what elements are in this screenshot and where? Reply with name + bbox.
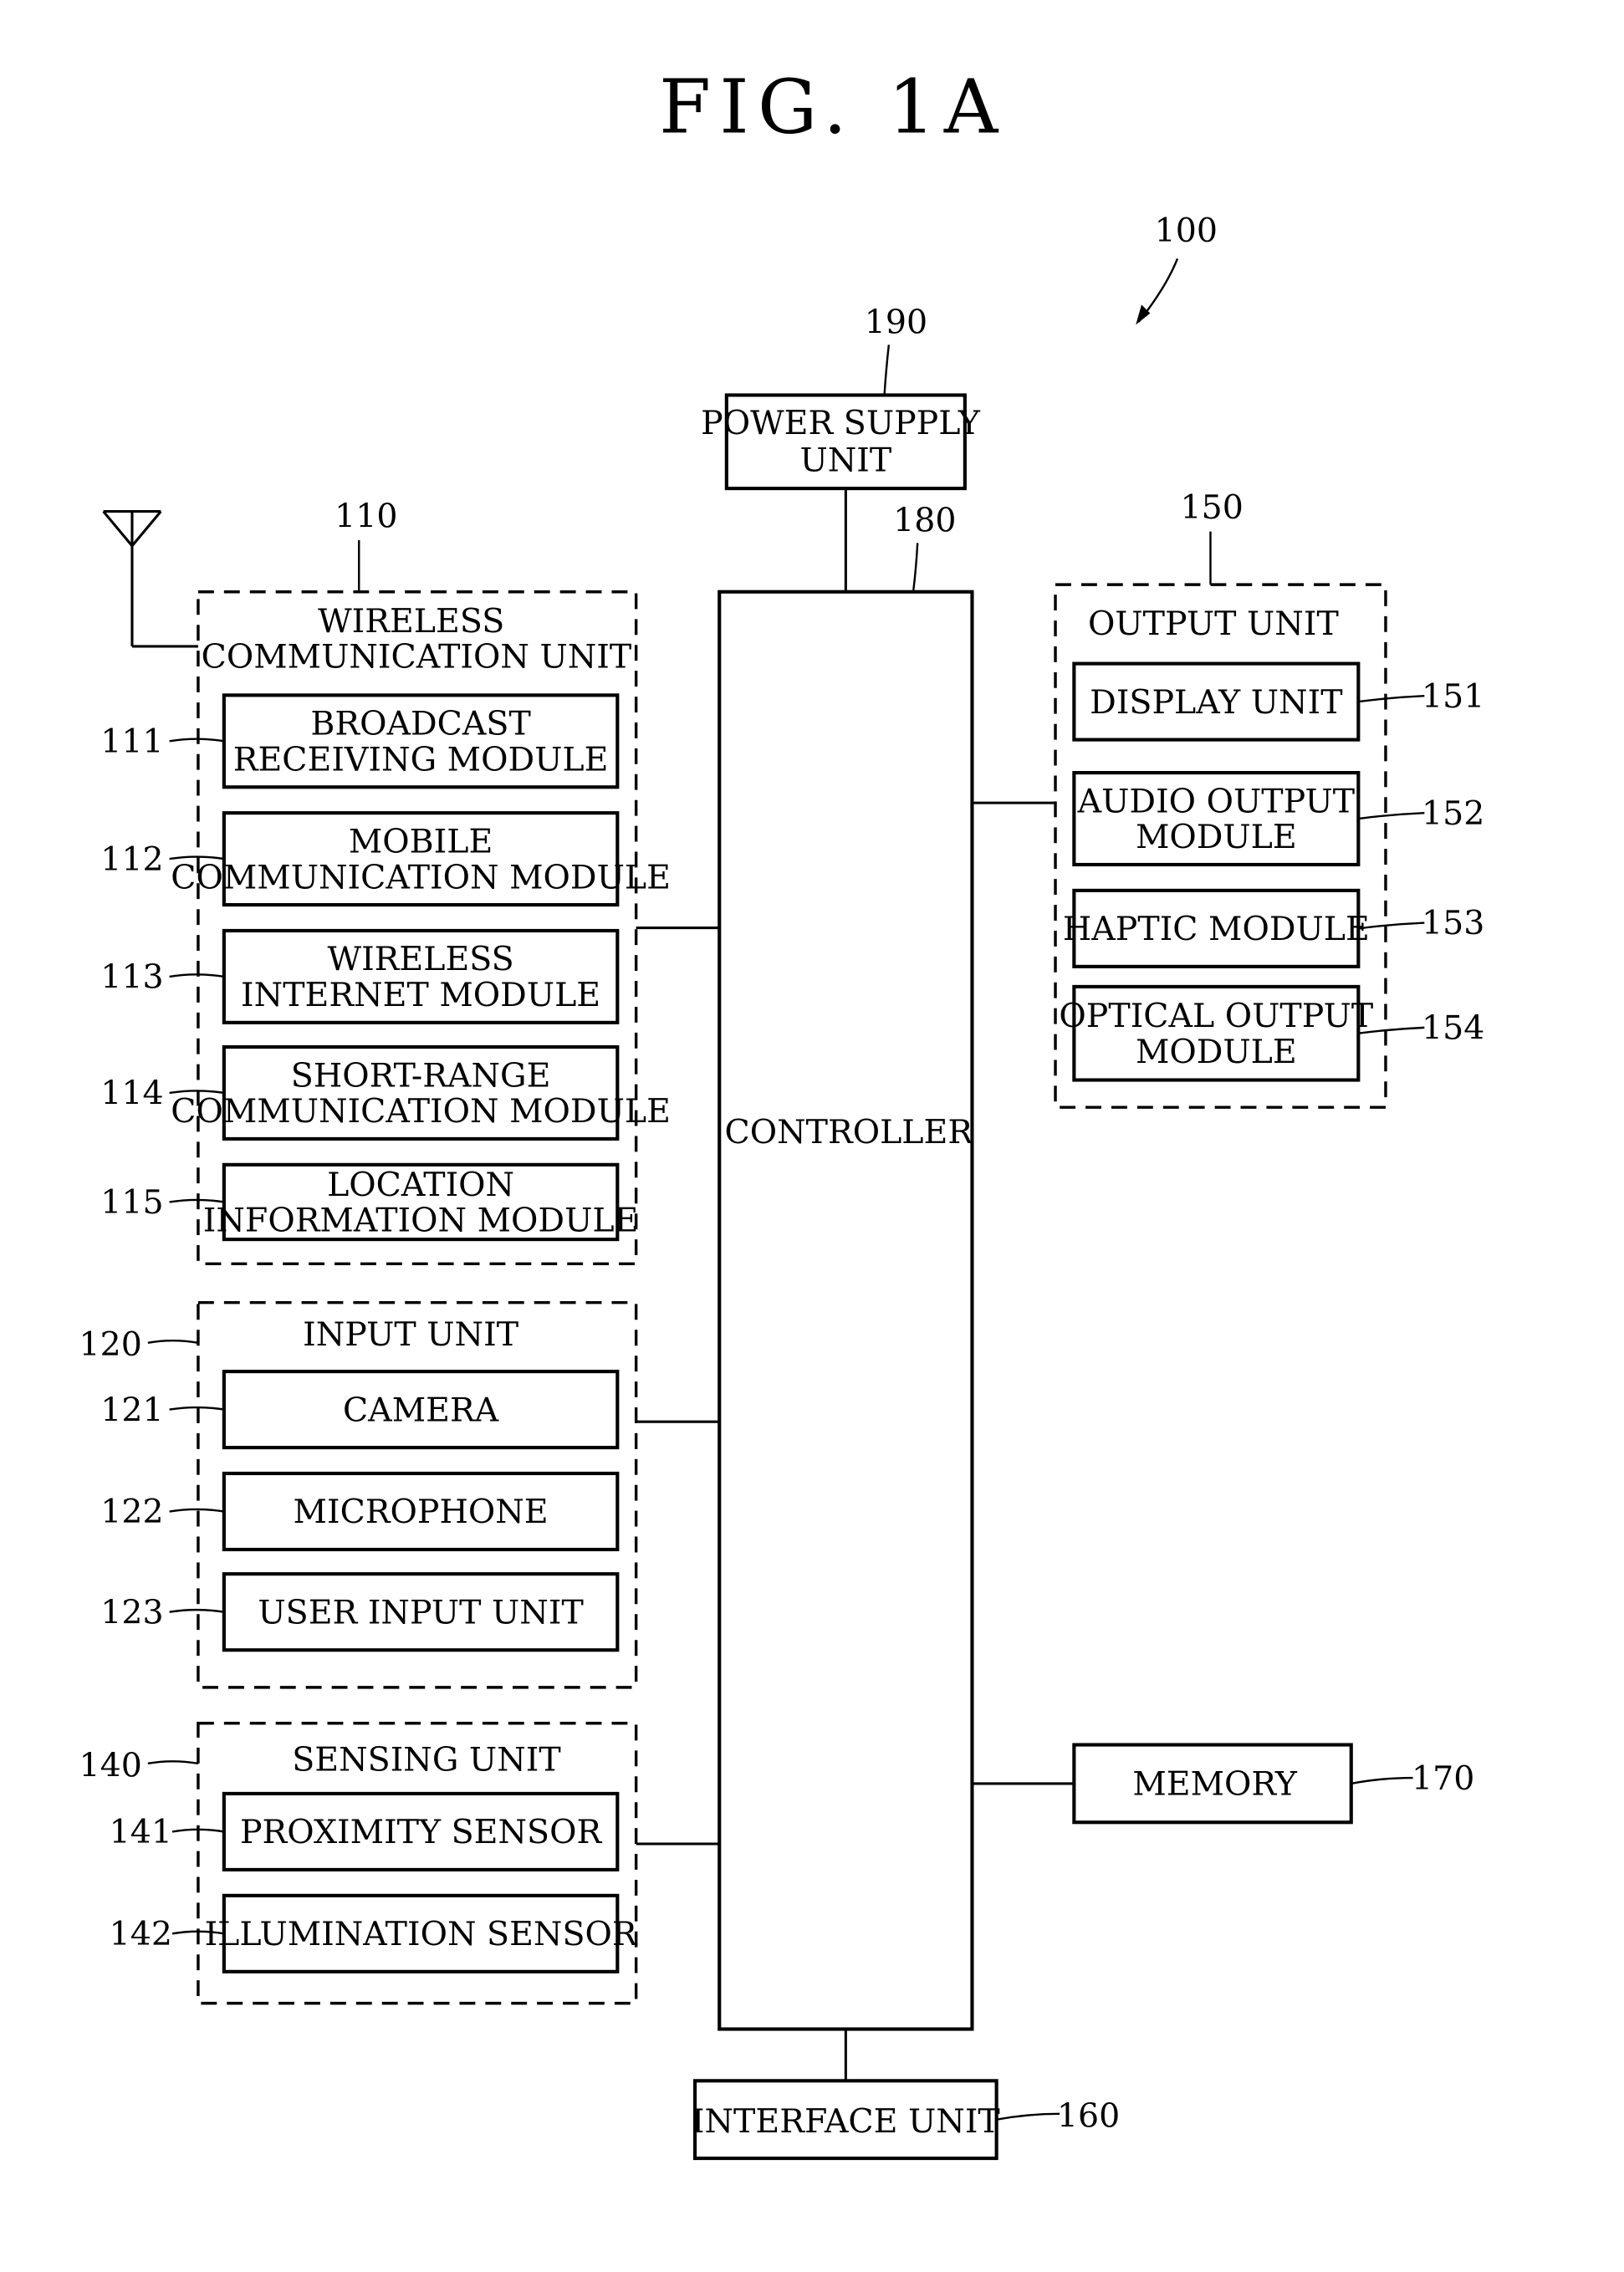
interface-unit-label: INTERFACE UNIT bbox=[692, 2102, 1000, 2141]
sensing-unit: 140 SENSING UNIT PROXIMITY SENSOR 141 ILLU… bbox=[79, 1722, 638, 2005]
input-unit: 120 INPUT UNIT CAMERA 121 MICROPHONE 122 USE… bbox=[79, 1300, 638, 1689]
ref-label-142: 142 bbox=[110, 1915, 172, 1953]
module-label: MICROPHONE bbox=[294, 1493, 549, 1531]
ref-leader-160 bbox=[996, 2112, 1060, 2121]
ref-label-122: 122 bbox=[100, 1493, 163, 1531]
module-label: USER INPUT UNIT bbox=[258, 1593, 583, 1631]
module-152: AUDIO OUTPUT MODULE152 bbox=[1072, 771, 1484, 867]
module-141: PROXIMITY SENSOR 141 bbox=[110, 1791, 620, 1871]
ref-label-113: 113 bbox=[100, 958, 163, 997]
module-153: HAPTIC MODULE 153 bbox=[1063, 888, 1484, 968]
ref-label-154: 154 bbox=[1422, 1009, 1484, 1048]
ref-label-151: 151 bbox=[1422, 677, 1484, 716]
memory-label: MEMORY bbox=[1132, 1765, 1298, 1804]
device-reference: 100 bbox=[1136, 212, 1218, 325]
wireless-communication-unit: 110 WIRELESS COMMUNICATION UNIT BROADCAS… bbox=[100, 497, 671, 1266]
controller-label: CONTROLLER bbox=[725, 1113, 974, 1151]
ref-leader-140 bbox=[147, 1760, 199, 1765]
ref-label-140: 140 bbox=[79, 1746, 142, 1784]
ref-label-114: 114 bbox=[100, 1075, 163, 1113]
ref-leader-123 bbox=[169, 1608, 225, 1613]
module-label: ILLUMINATION SENSOR bbox=[205, 1915, 638, 1953]
module-154: OPTICAL OUTPUT MODULE154 bbox=[1059, 984, 1484, 1082]
ref-label-141: 141 bbox=[110, 1813, 172, 1851]
module-115: LOCATION INFORMATION MODULE115 bbox=[100, 1162, 638, 1242]
ref-label-170: 170 bbox=[1412, 1759, 1474, 1798]
module-label: CAMERA bbox=[343, 1391, 499, 1429]
module-label: DISPLAY UNIT bbox=[1090, 683, 1342, 722]
module-114: SHORT-RANGE COMMUNICATION MODULE114 bbox=[100, 1044, 671, 1141]
ref-label-115: 115 bbox=[100, 1183, 163, 1222]
ref-label-153: 153 bbox=[1422, 904, 1484, 942]
ref-leader-180 bbox=[912, 543, 919, 592]
ref-label-160: 160 bbox=[1057, 2096, 1120, 2135]
sensing-unit-label: SENSING UNIT bbox=[292, 1740, 560, 1779]
memory: MEMORY 170 bbox=[1072, 1743, 1474, 1825]
ref-leader-170 bbox=[1351, 1776, 1413, 1785]
ref-label-111: 111 bbox=[100, 722, 163, 761]
ref-label-150: 150 bbox=[1181, 488, 1244, 527]
ref-label-123: 123 bbox=[100, 1593, 163, 1631]
wireless-unit-group bbox=[197, 590, 638, 1266]
ref-leader-120 bbox=[147, 1339, 199, 1344]
module-112: MOBILE COMMUNICATION MODULE112 bbox=[100, 811, 671, 907]
output-modules: DISPLAY UNIT 151 AUDIO OUTPUT MODULE152 HAPT… bbox=[1059, 661, 1484, 1082]
arrowhead-icon bbox=[1136, 304, 1151, 325]
wireless-modules: BROADCAST RECEIVING MODULE111 MOBILE COMMUN… bbox=[100, 693, 671, 1242]
ref-label-120: 120 bbox=[79, 1325, 142, 1364]
ref-label-180: 180 bbox=[893, 502, 956, 540]
block-diagram: FIG. 1A 100 190 POWER SUPPLY UNIT 180 CO… bbox=[79, 64, 1484, 2161]
module-151: DISPLAY UNIT 151 bbox=[1072, 661, 1484, 742]
input-modules: CAMERA 121 MICROPHONE 122 USER INPUT UNIT 123 bbox=[100, 1370, 620, 1652]
module-123: USER INPUT UNIT 123 bbox=[100, 1572, 620, 1652]
ref-label-152: 152 bbox=[1422, 794, 1484, 833]
module-121: CAMERA 121 bbox=[100, 1370, 620, 1450]
ref-label-100: 100 bbox=[1155, 212, 1218, 250]
module-label: HAPTIC MODULE bbox=[1063, 910, 1370, 948]
power-supply-unit: 190 POWER SUPPLY UNIT bbox=[701, 304, 981, 491]
output-unit: 150 OUTPUT UNIT DISPLAY UNIT 151 AUDIO OUT… bbox=[1054, 488, 1484, 1109]
sensing-modules: PROXIMITY SENSOR 141 ILLUMINATION SENSOR 14… bbox=[110, 1791, 638, 1973]
antenna-icon bbox=[102, 510, 198, 648]
module-113: WIRELESS INTERNET MODULE113 bbox=[100, 928, 620, 1024]
ref-label-121: 121 bbox=[100, 1391, 163, 1429]
module-111: BROADCAST RECEIVING MODULE111 bbox=[100, 693, 620, 789]
output-unit-label: OUTPUT UNIT bbox=[1088, 605, 1339, 643]
module-142: ILLUMINATION SENSOR 142 bbox=[110, 1893, 638, 1973]
ref-leader-151 bbox=[1358, 695, 1425, 703]
wireless-unit-label: WIRELESS COMMUNICATION UNIT bbox=[202, 602, 632, 676]
input-unit-label: INPUT UNIT bbox=[303, 1315, 518, 1354]
ref-label-112: 112 bbox=[100, 840, 163, 879]
ref-label-110: 110 bbox=[335, 497, 397, 535]
interface-unit: INTERFACE UNIT 160 bbox=[692, 2079, 1120, 2161]
controller: 180 CONTROLLER bbox=[718, 502, 974, 2031]
ref-leader-152 bbox=[1358, 811, 1425, 820]
ref-label-190: 190 bbox=[865, 304, 927, 342]
figure-title: FIG. 1A bbox=[659, 64, 1006, 151]
controller-box bbox=[718, 590, 974, 2031]
ref-leader-190 bbox=[883, 345, 891, 394]
module-label: PROXIMITY SENSOR bbox=[240, 1813, 602, 1851]
module-122: MICROPHONE 122 bbox=[100, 1471, 620, 1552]
